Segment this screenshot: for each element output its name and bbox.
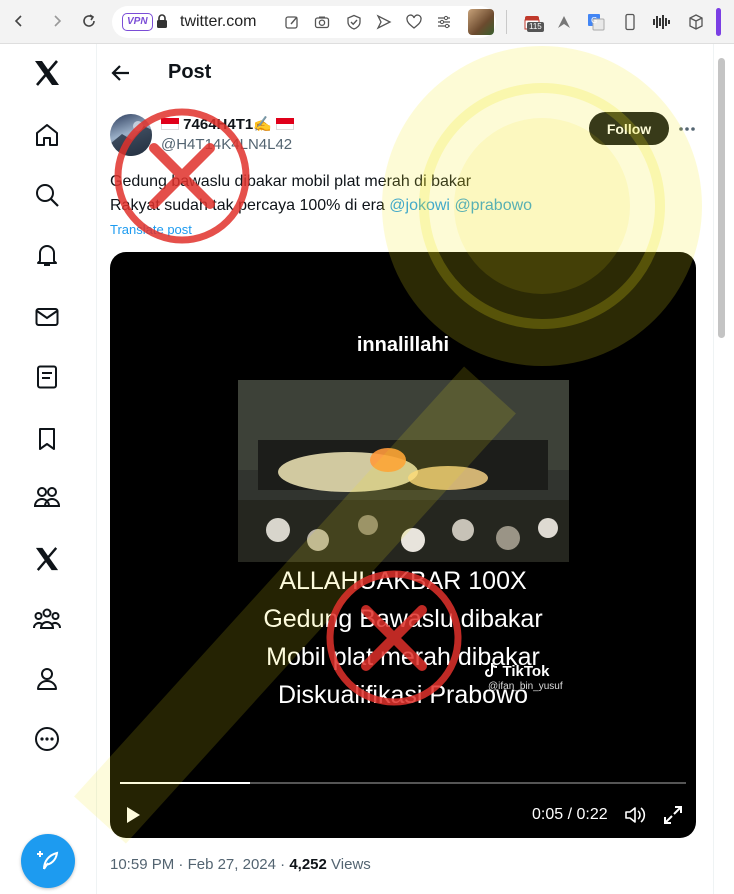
page-title: Post — [168, 61, 212, 83]
search-icon[interactable] — [32, 180, 62, 210]
post-metadata: 10:59 PM · Feb 27, 2024 · 4,252 Views — [110, 856, 371, 873]
lists-icon[interactable] — [32, 362, 62, 392]
x-logo-icon[interactable] — [32, 58, 62, 88]
bookmarks-icon[interactable] — [32, 424, 62, 454]
video-frame — [238, 380, 569, 562]
tiktok-note-icon — [485, 662, 498, 677]
extension-badge: 115 — [527, 22, 544, 32]
premium-icon[interactable] — [32, 544, 62, 574]
audio-extension-icon[interactable] — [652, 12, 672, 32]
fullscreen-icon[interactable] — [662, 804, 684, 826]
sidebar-nav — [0, 44, 96, 894]
phone-extension-icon[interactable] — [620, 12, 640, 32]
send-icon[interactable] — [376, 14, 392, 30]
browser-toolbar: VPN twitter.com 115 G — [0, 0, 734, 44]
sidebar-toggle[interactable] — [716, 8, 721, 36]
volume-icon[interactable] — [624, 804, 646, 826]
follow-button[interactable]: Follow — [589, 112, 669, 145]
meta-separator: · — [178, 856, 184, 873]
back-button[interactable] — [110, 62, 132, 84]
camera-icon[interactable] — [314, 14, 330, 30]
notifications-icon[interactable] — [32, 240, 62, 270]
address-bar[interactable]: VPN twitter.com — [112, 6, 496, 38]
messages-icon[interactable] — [32, 302, 62, 332]
post-time[interactable]: 10:59 PM — [110, 856, 174, 873]
cube-extension-icon[interactable] — [686, 12, 706, 32]
tiktok-username: @ifan_bin_yusuf — [488, 681, 563, 692]
feather-plus-icon — [37, 851, 59, 870]
play-icon[interactable] — [122, 804, 144, 826]
arrow-extension-icon[interactable] — [554, 12, 574, 32]
meta-separator: · — [280, 856, 286, 873]
indonesia-flag-icon — [276, 118, 295, 130]
red-x-stamp-icon — [326, 570, 462, 706]
profile-icon[interactable] — [32, 664, 62, 694]
compose-post-button[interactable] — [21, 834, 75, 888]
heart-icon[interactable] — [406, 14, 422, 30]
verified-orgs-icon[interactable] — [32, 604, 62, 634]
svg-text:G: G — [591, 16, 597, 25]
toolbar-divider — [506, 10, 507, 34]
back-arrow-icon[interactable] — [8, 10, 30, 32]
video-caption: innalillahi — [356, 334, 450, 356]
vpn-badge[interactable]: VPN — [122, 13, 153, 31]
mention-link[interactable]: @jokowi — [389, 197, 450, 214]
views-label: Views — [331, 856, 371, 873]
tiktok-logo: TikTok — [484, 662, 563, 681]
tiktok-label: TikTok — [502, 663, 550, 680]
more-icon[interactable] — [32, 724, 62, 754]
tiktok-watermark: TikTok @ifan_bin_yusuf — [484, 662, 563, 692]
lock-icon[interactable] — [156, 14, 168, 29]
forward-arrow-icon[interactable] — [46, 10, 68, 32]
post-date[interactable]: Feb 27, 2024 — [188, 856, 276, 873]
video-player[interactable]: innalillahi ALLAHUAKBAR 100X Gedung Bawa… — [110, 252, 696, 838]
video-progress-fill — [120, 782, 251, 784]
reload-icon[interactable] — [78, 10, 100, 32]
url-text[interactable]: twitter.com — [180, 13, 264, 31]
video-progress-bar[interactable] — [120, 782, 686, 784]
edit-icon[interactable] — [284, 14, 300, 30]
mention-link[interactable]: @prabowo — [454, 197, 532, 214]
video-time: 0:05 / 0:22 — [532, 806, 608, 823]
communities-icon[interactable] — [32, 482, 62, 512]
profile-avatar[interactable] — [468, 9, 494, 35]
views-count: 4,252 — [289, 856, 327, 873]
home-icon[interactable] — [32, 120, 62, 150]
translate-extension-icon[interactable]: G — [586, 12, 606, 32]
left-arrow-icon — [111, 65, 129, 81]
settings-sliders-icon[interactable] — [436, 14, 452, 30]
shield-check-icon[interactable] — [346, 14, 362, 30]
page-scrollbar[interactable] — [718, 58, 725, 338]
more-options-icon[interactable] — [676, 118, 698, 140]
red-x-stamp-icon — [114, 108, 250, 244]
